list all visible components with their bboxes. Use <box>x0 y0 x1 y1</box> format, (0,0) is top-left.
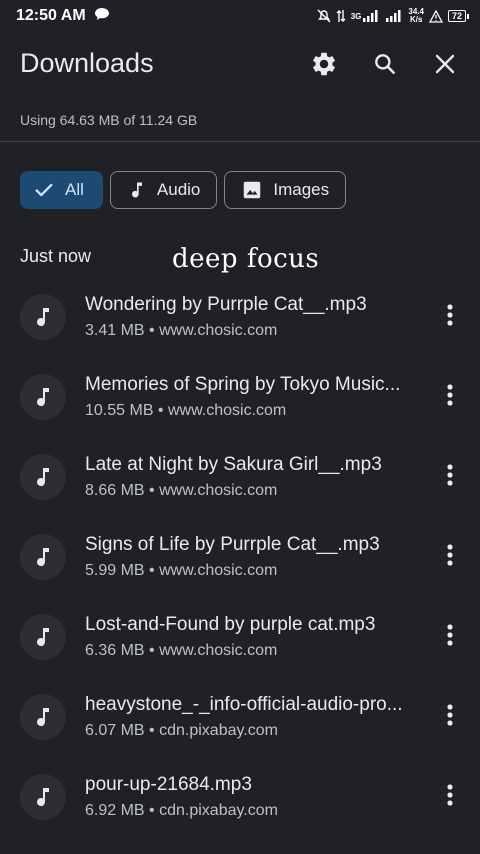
separator: • <box>144 642 160 659</box>
close-button[interactable] <box>431 52 459 80</box>
warning-icon <box>428 9 443 23</box>
signal-icon-2 <box>385 9 403 23</box>
search-button[interactable] <box>371 52 399 80</box>
file-source: www.chosic.com <box>167 402 287 419</box>
more-options-button[interactable] <box>438 383 462 411</box>
filter-chip-audio[interactable]: Audio <box>109 171 218 209</box>
music-note-icon <box>20 454 66 500</box>
list-item[interactable]: Wondering by Purrple Cat__.mp3 3.41 MB •… <box>0 277 480 357</box>
signal-icon <box>362 9 380 23</box>
more-vert-icon <box>447 303 453 331</box>
music-note-icon <box>20 374 66 420</box>
file-meta: 10.55 MB • www.chosic.com <box>85 402 286 420</box>
file-source: www.chosic.com <box>159 482 278 499</box>
status-bar: 12:50 AM 3G 34.4 K/s 72 <box>0 0 480 32</box>
settings-icon <box>310 50 338 83</box>
music-note-icon <box>20 534 66 580</box>
more-vert-icon <box>447 623 453 651</box>
filter-chip-all[interactable]: All <box>20 171 103 209</box>
filter-chip-label: Images <box>273 180 330 199</box>
separator: • <box>144 562 160 579</box>
network-speed: 34.4 K/s <box>408 7 424 24</box>
file-source: www.chosic.com <box>159 642 278 659</box>
file-size: 10.55 MB <box>85 402 154 419</box>
section-header: Just now <box>20 246 92 266</box>
music-note-icon <box>20 694 66 740</box>
mute-icon <box>317 9 331 23</box>
separator: • <box>144 802 160 819</box>
separator: • <box>144 482 160 499</box>
page-title: Downloads <box>20 48 154 78</box>
file-source: cdn.pixabay.com <box>159 802 278 819</box>
app-bar: Downloads <box>0 40 480 90</box>
data-transfer-icon <box>336 9 346 23</box>
more-options-button[interactable] <box>438 463 462 491</box>
separator: • <box>144 722 160 739</box>
list-item[interactable]: Late at Night by Sakura Girl__.mp3 8.66 … <box>0 437 480 517</box>
more-options-button[interactable] <box>438 543 462 571</box>
chat-bubble-icon <box>94 7 110 26</box>
more-options-button[interactable] <box>438 623 462 651</box>
file-name: heavystone_-_info-official-audio-pro... <box>85 694 403 715</box>
check-icon <box>33 179 55 201</box>
separator: • <box>144 322 160 339</box>
more-vert-icon <box>447 463 453 491</box>
file-size: 8.66 MB <box>85 482 145 499</box>
filter-chip-images[interactable]: Images <box>224 171 347 209</box>
file-name: pour-up-21684.mp3 <box>85 774 252 795</box>
network-type-label: 3G <box>350 11 362 21</box>
close-icon <box>433 52 457 81</box>
separator: • <box>153 402 168 419</box>
file-size: 5.99 MB <box>85 562 145 579</box>
more-vert-icon <box>447 703 453 731</box>
file-name: Wondering by Purrple Cat__.mp3 <box>85 294 367 315</box>
more-options-button[interactable] <box>438 303 462 331</box>
file-size: 6.36 MB <box>85 642 145 659</box>
music-note-icon <box>20 774 66 820</box>
file-name: Memories of Spring by Tokyo Music... <box>85 374 401 395</box>
file-meta: 6.07 MB • cdn.pixabay.com <box>85 722 278 740</box>
more-options-button[interactable] <box>438 783 462 811</box>
file-meta: 8.66 MB • www.chosic.com <box>85 482 277 500</box>
list-item[interactable]: Lost-and-Found by purple cat.mp3 6.36 MB… <box>0 597 480 677</box>
music-note-icon <box>20 614 66 660</box>
filter-chip-label: All <box>65 180 84 199</box>
status-time: 12:50 AM <box>16 7 86 24</box>
more-vert-icon <box>447 783 453 811</box>
list-item[interactable]: pour-up-21684.mp3 6.92 MB • cdn.pixabay.… <box>0 757 480 837</box>
file-size: 3.41 MB <box>85 322 145 339</box>
image-icon <box>241 179 263 201</box>
file-size: 6.07 MB <box>85 722 145 739</box>
divider <box>0 141 480 142</box>
file-meta: 3.41 MB • www.chosic.com <box>85 322 277 340</box>
storage-usage-text: Using 64.63 MB of 11.24 GB <box>20 112 198 128</box>
file-source: cdn.pixabay.com <box>159 722 278 739</box>
file-meta: 6.92 MB • cdn.pixabay.com <box>85 802 278 820</box>
more-vert-icon <box>447 543 453 571</box>
music-note-icon <box>127 179 147 201</box>
overlay-text: deep focus <box>172 244 320 274</box>
file-source: www.chosic.com <box>159 322 278 339</box>
battery-indicator: 72 <box>447 10 470 22</box>
music-note-icon <box>20 294 66 340</box>
file-name: Lost-and-Found by purple cat.mp3 <box>85 614 376 635</box>
list-item[interactable]: Memories of Spring by Tokyo Music... 10.… <box>0 357 480 437</box>
file-name: Late at Night by Sakura Girl__.mp3 <box>85 454 382 475</box>
file-name: Signs of Life by Purrple Cat__.mp3 <box>85 534 380 555</box>
list-item[interactable]: heavystone_-_info-official-audio-pro... … <box>0 677 480 757</box>
search-icon <box>372 51 398 82</box>
file-source: www.chosic.com <box>159 562 278 579</box>
list-item[interactable]: Signs of Life by Purrple Cat__.mp3 5.99 … <box>0 517 480 597</box>
file-meta: 5.99 MB • www.chosic.com <box>85 562 277 580</box>
file-size: 6.92 MB <box>85 802 145 819</box>
more-vert-icon <box>447 383 453 411</box>
file-meta: 6.36 MB • www.chosic.com <box>85 642 277 660</box>
filter-chips: All Audio Images <box>20 171 347 209</box>
settings-button[interactable] <box>310 52 338 80</box>
more-options-button[interactable] <box>438 703 462 731</box>
filter-chip-label: Audio <box>156 180 201 199</box>
